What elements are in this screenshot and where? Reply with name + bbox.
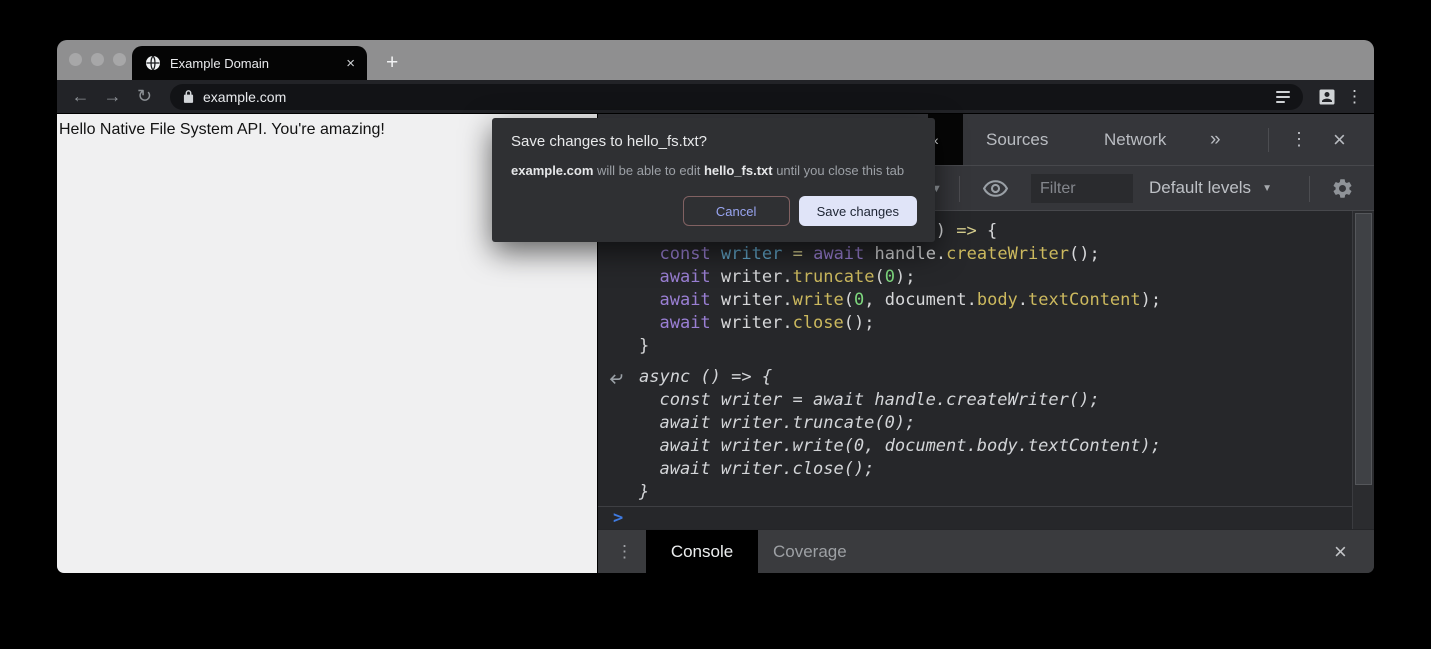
browser-toolbar: ← → ↻ example.com ⋮ bbox=[57, 80, 1374, 113]
dialog-body: example.com will be able to edit hello_f… bbox=[511, 163, 917, 178]
profile-icon[interactable] bbox=[1317, 87, 1337, 107]
cancel-button[interactable]: Cancel bbox=[683, 196, 790, 226]
browser-menu-icon[interactable]: ⋮ bbox=[1346, 87, 1362, 107]
tab-strip: Example Domain × + bbox=[57, 40, 1374, 80]
drawer-close-icon[interactable]: × bbox=[1334, 530, 1347, 573]
dialog-body-mid: will be able to edit bbox=[593, 163, 704, 178]
dialog-body-end: until you close this tab bbox=[773, 163, 905, 178]
return-value-arrow-icon bbox=[608, 371, 623, 390]
dialog-filename: hello_fs.txt bbox=[704, 163, 773, 178]
console-message-result: async () => { const writer = await handl… bbox=[639, 366, 1344, 504]
tab-network[interactable]: Network bbox=[1104, 114, 1166, 165]
forward-button[interactable]: → bbox=[101, 86, 124, 107]
reload-button[interactable]: ↻ bbox=[133, 86, 156, 107]
dialog-origin: example.com bbox=[511, 163, 593, 178]
console-code-line: await writer.write(0, document.body.text… bbox=[639, 435, 1344, 458]
drawer-tab-bar: ⋮ Console Coverage × bbox=[598, 529, 1374, 573]
browser-tab-example-domain[interactable]: Example Domain × bbox=[132, 46, 367, 80]
tab-title: Example Domain bbox=[170, 56, 337, 71]
console-log: ) => { const writer = await handle.creat… bbox=[598, 211, 1374, 504]
log-levels-label: Default levels bbox=[1149, 178, 1251, 198]
console-code-line: await writer.truncate(0); bbox=[639, 266, 1344, 289]
minimize-window-button[interactable] bbox=[91, 53, 104, 66]
console-code-line: await writer.close(); bbox=[639, 458, 1344, 481]
drawer-tab-console[interactable]: Console bbox=[646, 530, 758, 573]
back-button[interactable]: ← bbox=[69, 86, 92, 107]
console-scrollbar[interactable] bbox=[1352, 211, 1374, 529]
save-changes-button[interactable]: Save changes bbox=[799, 196, 917, 226]
console-code-line: const writer = await handle.createWriter… bbox=[639, 389, 1344, 412]
console-filter-input[interactable] bbox=[1031, 174, 1133, 203]
drawer-tab-coverage[interactable]: Coverage bbox=[773, 530, 847, 573]
new-tab-button[interactable]: + bbox=[386, 52, 398, 73]
address-bar[interactable]: example.com bbox=[170, 84, 1303, 110]
scrollbar-thumb[interactable] bbox=[1355, 213, 1372, 485]
settings-gear-icon[interactable] bbox=[1331, 177, 1354, 200]
console-code-line: async () => { bbox=[639, 366, 1344, 389]
window-controls bbox=[69, 53, 126, 66]
lock-icon bbox=[183, 89, 194, 104]
console-code-line: } bbox=[639, 335, 1344, 358]
browser-window: Example Domain × + ← → ↻ example.com ⋮ H… bbox=[57, 40, 1374, 573]
log-levels-dropdown[interactable]: Default levels ▼ bbox=[1149, 166, 1272, 210]
dialog-title: Save changes to hello_fs.txt? bbox=[511, 133, 917, 150]
drawer-menu-icon[interactable]: ⋮ bbox=[616, 530, 633, 573]
tab-close-icon[interactable]: × bbox=[346, 56, 355, 71]
toolbar-divider-2 bbox=[1309, 176, 1310, 202]
console-output-area: ) => { const writer = await handle.creat… bbox=[598, 211, 1374, 529]
zoom-window-button[interactable] bbox=[113, 53, 126, 66]
live-expression-eye-icon[interactable] bbox=[982, 179, 1009, 198]
close-window-button[interactable] bbox=[69, 53, 82, 66]
save-changes-dialog: Save changes to hello_fs.txt? example.co… bbox=[492, 118, 935, 242]
toolbar-divider bbox=[959, 176, 960, 202]
console-code-line: await writer.write(0, document.body.text… bbox=[639, 289, 1344, 312]
console-prompt-chevron-icon: > bbox=[613, 508, 623, 528]
console-code-line: await writer.truncate(0); bbox=[639, 412, 1344, 435]
chevron-down-icon: ▼ bbox=[1262, 183, 1272, 194]
devtools-menu-icon[interactable]: ⋮ bbox=[1290, 114, 1308, 165]
dialog-buttons: Cancel Save changes bbox=[511, 196, 917, 226]
more-tabs-icon[interactable]: » bbox=[1210, 114, 1221, 165]
console-code-line: const writer = await handle.createWriter… bbox=[639, 243, 1344, 266]
devtools-close-icon[interactable]: × bbox=[1333, 114, 1346, 165]
console-code-line: } bbox=[639, 481, 1344, 504]
tabbar-divider bbox=[1268, 128, 1269, 152]
console-prompt-row[interactable]: > bbox=[598, 506, 1374, 528]
tab-sources[interactable]: Sources bbox=[986, 114, 1048, 165]
globe-favicon-icon bbox=[145, 55, 161, 71]
url-text: example.com bbox=[203, 89, 286, 105]
reading-list-icon[interactable] bbox=[1276, 91, 1290, 103]
console-code-line: await writer.close(); bbox=[639, 312, 1344, 335]
